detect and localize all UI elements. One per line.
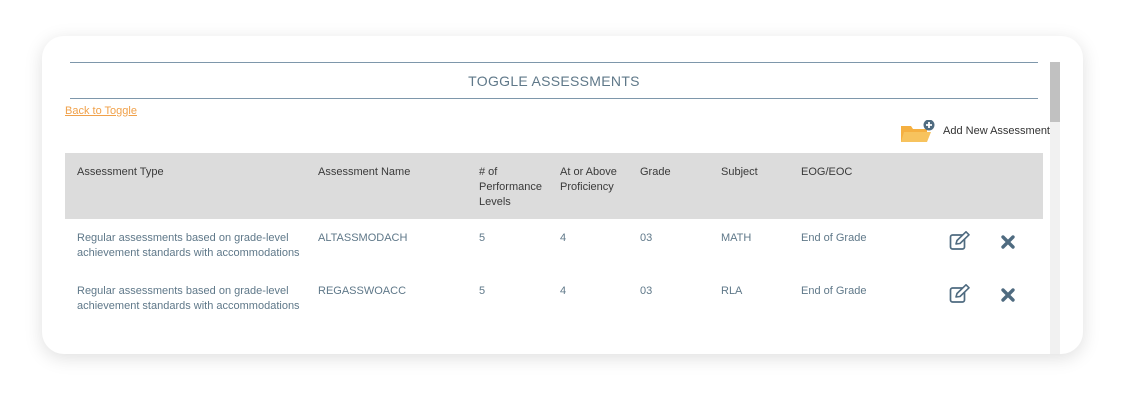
- scrollbar-thumb[interactable]: [1050, 62, 1060, 122]
- cell-performance-levels: 5: [479, 285, 486, 297]
- table-row: Regular assessments based on grade-level…: [65, 219, 1043, 271]
- cell-assessment-type: Regular assessments based on grade-level…: [77, 232, 300, 259]
- cell-eog-eoc: End of Grade: [801, 232, 867, 244]
- col-header-performance-levels: # of Performance Levels: [479, 166, 542, 208]
- edit-icon[interactable]: [949, 284, 971, 309]
- cell-assessment-name: REGASSWOACC: [318, 285, 407, 297]
- cell-proficiency: 4: [560, 285, 567, 297]
- col-header-subject: Subject: [721, 166, 758, 178]
- cell-assessment-type: Regular assessments based on grade-level…: [77, 285, 300, 312]
- table-row: Regular assessments based on grade-level…: [65, 272, 1043, 324]
- page-title: TOGGLE ASSESSMENTS: [468, 73, 640, 89]
- add-new-assessment-label: Add New Assessment: [943, 125, 1050, 137]
- edit-icon[interactable]: [949, 231, 971, 256]
- cell-eog-eoc: End of Grade: [801, 285, 867, 297]
- cell-performance-levels: 5: [479, 232, 486, 244]
- delete-x-icon[interactable]: [1000, 234, 1016, 255]
- table-header: Assessment Type Assessment Name # of Per…: [65, 153, 1043, 219]
- cell-proficiency: 4: [560, 232, 567, 244]
- cell-subject: RLA: [721, 285, 743, 297]
- cell-grade: 03: [640, 285, 653, 297]
- delete-x-icon[interactable]: [1000, 287, 1016, 308]
- col-header-proficiency: At or Above Proficiency: [560, 166, 617, 193]
- assessment-card: TOGGLE ASSESSMENTS Back to Toggle Add Ne…: [42, 36, 1083, 354]
- title-rule-top: [70, 62, 1038, 63]
- col-header-grade: Grade: [640, 166, 671, 178]
- vertical-scrollbar[interactable]: [1050, 62, 1060, 354]
- col-header-assessment-type: Assessment Type: [77, 166, 164, 178]
- cell-assessment-name: ALTASSMODACH: [318, 232, 408, 244]
- col-header-eog-eoc: EOG/EOC: [801, 166, 853, 178]
- folder-add-icon: [901, 120, 935, 142]
- title-rule-bottom: [70, 98, 1038, 99]
- cell-subject: MATH: [721, 232, 752, 244]
- back-to-toggle-link[interactable]: Back to Toggle: [65, 105, 137, 117]
- card-content: TOGGLE ASSESSMENTS Back to Toggle Add Ne…: [42, 36, 1083, 354]
- cell-grade: 03: [640, 232, 653, 244]
- col-header-assessment-name: Assessment Name: [318, 166, 411, 178]
